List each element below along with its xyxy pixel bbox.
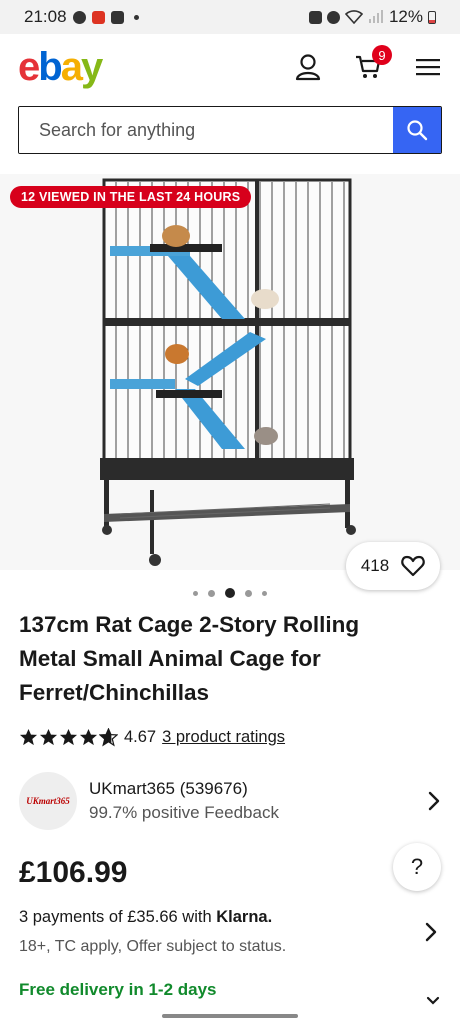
user-icon bbox=[295, 54, 321, 81]
product-image bbox=[100, 178, 356, 566]
chevron-right-icon[interactable] bbox=[424, 922, 438, 942]
heart-icon bbox=[401, 555, 425, 577]
ebay-logo[interactable]: ebay bbox=[18, 47, 103, 87]
delivery-info: Free delivery in 1-2 days bbox=[19, 980, 217, 999]
battery-icon bbox=[428, 10, 436, 24]
watch-button[interactable]: 418 bbox=[346, 542, 440, 590]
status-bar: 21:08 12% bbox=[0, 0, 460, 34]
carousel-dot[interactable] bbox=[193, 590, 198, 596]
klarna-offer[interactable]: 3 payments of £35.66 with Klarna. bbox=[19, 908, 272, 927]
rating-value: 4.67 bbox=[124, 728, 157, 746]
status-time: 21:08 bbox=[24, 7, 67, 26]
app-header: ebay 9 bbox=[0, 34, 460, 100]
pdf-icon bbox=[91, 10, 105, 24]
seller-card[interactable]: UKmart365 UKmart365 (539676) 99.7% posit… bbox=[19, 772, 441, 830]
menu-button[interactable] bbox=[414, 53, 442, 81]
rating-summary: 4.67 3 product ratings bbox=[19, 728, 285, 747]
carousel-dot[interactable] bbox=[245, 589, 252, 597]
views-badge: 12 VIEWED IN THE LAST 24 HOURS bbox=[10, 186, 252, 208]
chevron-right-icon bbox=[428, 791, 440, 811]
seller-logo: UKmart365 bbox=[19, 772, 77, 830]
search-bar bbox=[18, 106, 442, 154]
carousel-dot[interactable] bbox=[262, 590, 267, 596]
wifi-icon bbox=[344, 10, 363, 24]
help-button[interactable]: ? bbox=[393, 843, 441, 891]
star-half-icon bbox=[99, 728, 118, 747]
star-icon bbox=[39, 728, 58, 746]
carousel-indicators bbox=[0, 588, 460, 598]
ratings-link[interactable]: 3 product ratings bbox=[162, 728, 285, 747]
help-label: ? bbox=[410, 854, 424, 879]
facebook-icon bbox=[72, 10, 86, 24]
battery-percent: 12% bbox=[388, 7, 423, 26]
star-icon bbox=[59, 728, 78, 746]
cart-button[interactable]: 9 bbox=[354, 45, 392, 81]
lock-icon bbox=[308, 10, 322, 24]
price: £106.99 bbox=[19, 856, 128, 889]
carousel-dot[interactable] bbox=[208, 589, 215, 597]
klarna-terms: 18+, TC apply, Offer subject to status. bbox=[19, 938, 287, 955]
alarm-icon bbox=[326, 10, 340, 24]
account-button[interactable] bbox=[294, 53, 322, 81]
signal-icon bbox=[368, 10, 383, 23]
search-button[interactable] bbox=[393, 107, 441, 153]
product-image-carousel[interactable]: 12 VIEWED IN THE LAST 24 HOURS bbox=[0, 174, 460, 570]
cart-count-badge: 9 bbox=[372, 45, 392, 65]
chevron-down-icon[interactable] bbox=[426, 996, 440, 1006]
hamburger-icon bbox=[416, 59, 440, 76]
seller-feedback: 99.7% positive Feedback bbox=[89, 803, 279, 822]
search-icon bbox=[407, 120, 428, 141]
rating-stars bbox=[19, 728, 118, 747]
product-title: 137cm Rat Cage 2-Story Rolling Metal Sma… bbox=[19, 612, 360, 705]
klarna-text: 3 payments of £35.66 with bbox=[19, 908, 212, 926]
more-notifications-icon bbox=[133, 14, 139, 20]
watch-count: 418 bbox=[360, 556, 390, 575]
search-input[interactable] bbox=[19, 107, 393, 153]
star-icon bbox=[79, 728, 98, 746]
carousel-dot-active[interactable] bbox=[225, 588, 235, 598]
star-icon bbox=[19, 728, 38, 746]
klarna-brand: Klarna. bbox=[216, 908, 273, 926]
seller-name: UKmart365 (539676) bbox=[89, 779, 248, 798]
sim-alert-icon bbox=[110, 10, 124, 24]
gesture-nav-handle[interactable] bbox=[162, 1014, 298, 1018]
